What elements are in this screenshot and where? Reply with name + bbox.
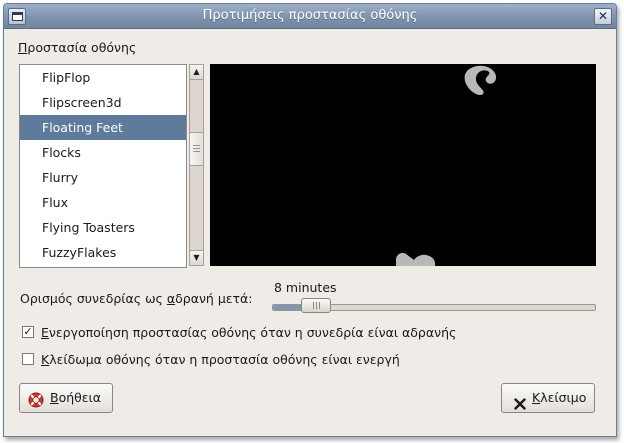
scroll-up-button[interactable]: ▲: [190, 65, 203, 80]
screensaver-list-scrollbar[interactable]: ▲ ▼: [189, 64, 204, 266]
scroll-thumb-grip: [193, 151, 200, 153]
idle-label-mnemonic: α: [166, 291, 176, 306]
floating-foot-shape-2: [396, 252, 436, 266]
window-title: Προτιμήσεις προστασίας οθόνης: [202, 8, 418, 23]
activate-screensaver-label[interactable]: Ενεργοποίηση προστασίας οθόνης όταν η συ…: [41, 325, 456, 341]
section-label-mnemonic: Π: [18, 40, 28, 55]
close-label-rest: λείσιμο: [540, 390, 587, 405]
scroll-thumb-grip: [193, 148, 200, 150]
label-mnemonic: Κ: [41, 352, 50, 367]
window-close-button[interactable]: ✕: [594, 8, 612, 25]
help-lifebuoy-icon: [28, 390, 44, 418]
section-label-rest: ροστασία οθόνης: [27, 40, 137, 55]
idle-delay-label: Ορισμός συνεδρίας ως αδρανή μετά:: [20, 291, 253, 306]
close-button-label: Κλείσιμο: [532, 384, 586, 412]
lock-screen-label[interactable]: Κλείδωμα οθόνης όταν η προστασία οθόνης …: [41, 352, 400, 368]
label-part: νεργοποίηση προστασίας οθόνης όταν η συν…: [48, 325, 457, 340]
help-button-label: Βοήθεια: [50, 384, 101, 412]
label-part: λείδωμα οθόνης όταν η προστασία οθόνης ε…: [49, 352, 400, 367]
idle-delay-slider-thumb[interactable]: [301, 298, 332, 313]
scroll-thumb[interactable]: [190, 132, 203, 167]
screensaver-list[interactable]: FlipFlop Flipscreen3d Floating Feet Flocks F…: [19, 64, 187, 268]
screensaver-preview: [210, 64, 596, 266]
screensaver-list-item[interactable]: Flying Toasters: [20, 215, 186, 240]
screensaver-list-item[interactable]: Flurry: [20, 165, 186, 190]
label-mnemonic: Ε: [41, 325, 49, 340]
help-button[interactable]: Βοήθεια: [19, 383, 113, 413]
screensaver-list-item[interactable]: Flipscreen3d: [20, 90, 186, 115]
idle-delay-value: 8 minutes: [274, 280, 337, 295]
scroll-down-button[interactable]: ▼: [190, 250, 203, 265]
screensaver-section-label: Προστασία οθόνης: [18, 40, 136, 55]
title-bar: Προτιμήσεις προστασίας οθόνης ✕: [4, 4, 616, 29]
floating-foot-shape: [464, 65, 497, 96]
slider-thumb-grip: [313, 302, 315, 309]
lock-screen-checkbox[interactable]: [22, 353, 34, 365]
preview-canvas: [396, 65, 497, 266]
scroll-up-icon: ▲: [193, 67, 200, 76]
slider-thumb-grip: [316, 302, 318, 309]
close-mnemonic: Κ: [532, 390, 541, 405]
screensaver-preferences-window: Προτιμήσεις προστασίας οθόνης ✕ Προστασί…: [3, 3, 617, 437]
close-icon: ✕: [597, 9, 609, 23]
idle-label-part: δρανή μετά:: [175, 291, 253, 306]
help-mnemonic: Β: [50, 390, 59, 405]
help-label-rest: οήθεια: [58, 390, 102, 405]
screensaver-list-item[interactable]: FlipFlop: [20, 65, 186, 90]
screensaver-list-item[interactable]: Floating Feet: [20, 115, 186, 140]
idle-label-part: Ορισμός συνεδρίας ως: [20, 291, 167, 306]
scroll-thumb-grip: [193, 145, 200, 147]
slider-thumb-grip: [319, 302, 321, 309]
close-button[interactable]: Κλείσιμο: [501, 383, 595, 413]
screensaver-list-item[interactable]: FuzzyFlakes: [20, 240, 186, 265]
screensaver-list-item[interactable]: Flux: [20, 190, 186, 215]
scroll-down-icon: ▼: [193, 253, 200, 262]
activate-screensaver-checkbox[interactable]: ✓: [22, 326, 34, 338]
screensaver-list-item[interactable]: Flocks: [20, 140, 186, 165]
close-x-icon: [514, 392, 526, 420]
